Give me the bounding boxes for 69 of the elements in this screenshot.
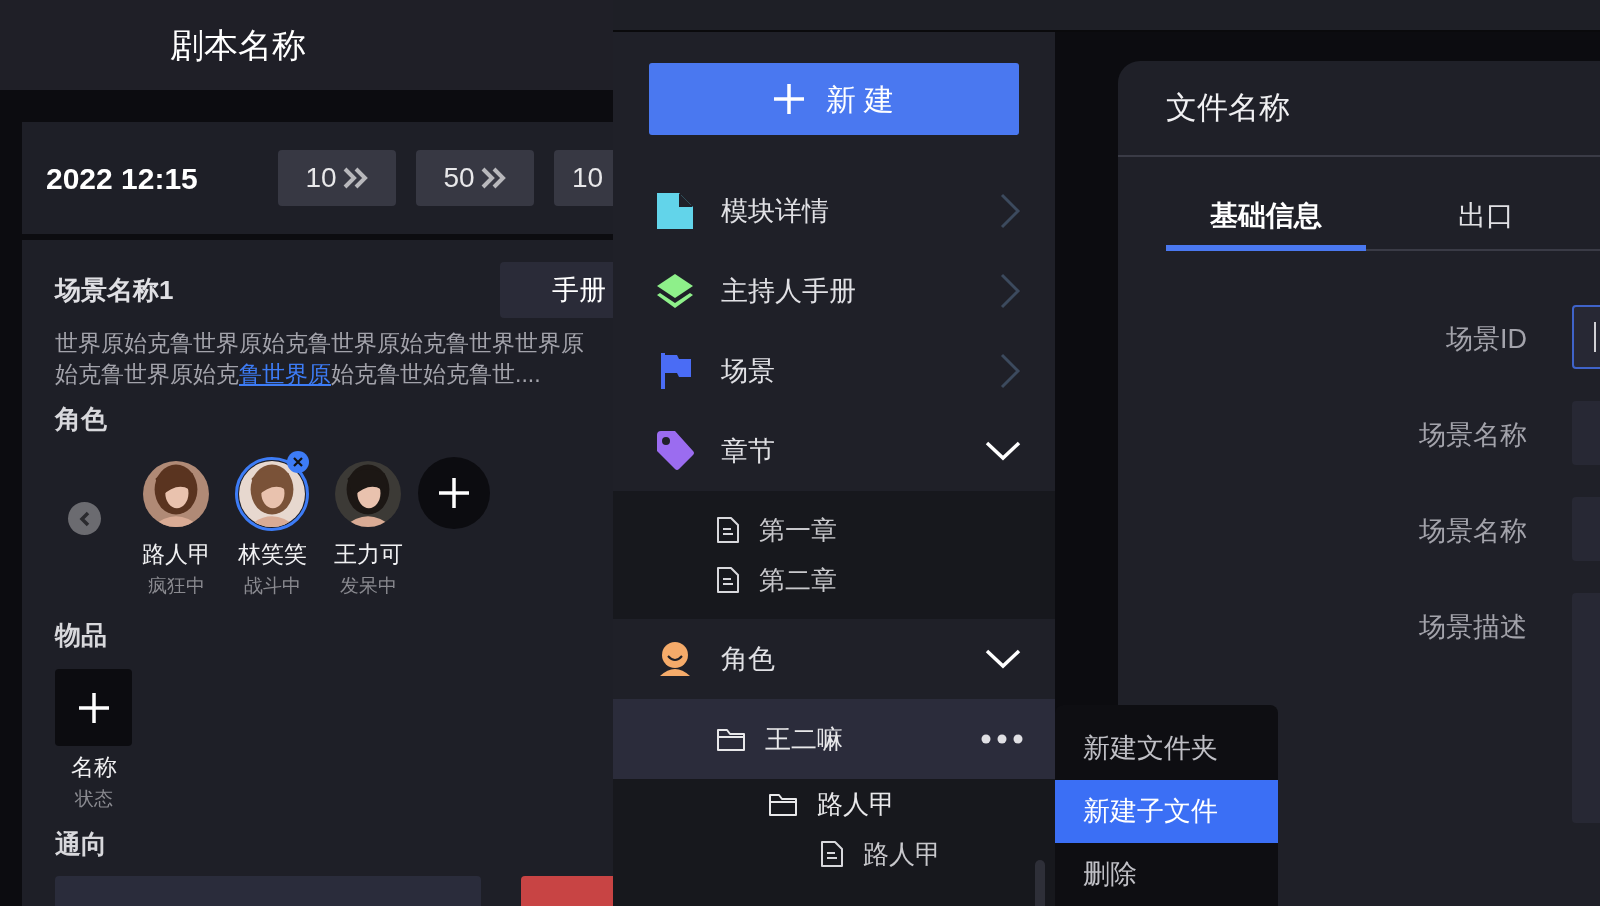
document-icon [657, 193, 693, 229]
tab[interactable]: 基础信息 [1166, 187, 1366, 251]
section-heading: 通向 [55, 828, 108, 861]
timestamp: 2022 12:15 [46, 160, 199, 197]
folder-icon [717, 727, 745, 751]
person-icon [660, 642, 690, 676]
role-status: 发呆中 [339, 573, 397, 598]
folder-icon [769, 792, 797, 816]
role-name: 王力可 [333, 540, 403, 569]
field-label: 场景名称 [1418, 419, 1527, 452]
plus-icon [78, 692, 109, 723]
role-name: 林笑笑 [237, 540, 307, 569]
chevron-right-icon [999, 273, 1021, 309]
role-name: 路人甲 [141, 540, 211, 569]
tab[interactable]: 出口 [1366, 187, 1600, 251]
manual-button[interactable]: 手册 [500, 262, 613, 318]
section-heading: 物品 [55, 619, 108, 652]
item-status: 状态 [74, 786, 113, 811]
field-label: 场景名称 [1418, 515, 1527, 548]
section-heading: 角色 [55, 403, 108, 436]
new-button[interactable]: 新 建 [649, 63, 1019, 135]
document-icon [717, 567, 739, 593]
layers-icon [657, 274, 693, 308]
scene-description: 世界原始克鲁世界原始克鲁世界原始克鲁世界世界原始克鲁世界原始克鲁世界原始克鲁世始克鲁世.... [55, 329, 585, 389]
chevron-right-icon [999, 353, 1021, 389]
plus-icon [773, 84, 804, 114]
tree-item[interactable]: 王二嘛 [613, 699, 1055, 779]
field-label: 场景描述 [1418, 611, 1527, 644]
plus-icon [439, 478, 469, 508]
chevron-left-icon [77, 509, 92, 528]
more-icon [981, 734, 1023, 744]
script-title: 剧本名称 [170, 24, 306, 66]
menu-item[interactable]: 角色 [613, 619, 1055, 699]
remove-button[interactable] [287, 451, 309, 473]
back-button[interactable] [68, 502, 101, 535]
scrollbar[interactable] [1035, 860, 1045, 906]
field-label: 场景ID [1445, 323, 1527, 356]
close-icon [292, 456, 304, 468]
menu-option[interactable]: 新建文件夹 [1055, 717, 1278, 780]
menu-item[interactable]: 场景 [613, 331, 1055, 411]
double-chevron-icon [480, 166, 507, 190]
avatar[interactable] [235, 457, 309, 531]
flag-icon [659, 353, 691, 389]
panel-title: 文件名称 [1166, 88, 1290, 127]
menu-item[interactable]: 模块详情 [613, 171, 1055, 251]
double-chevron-icon [342, 166, 369, 190]
skip-button[interactable]: 10 [278, 150, 396, 206]
description-link[interactable]: 鲁世界原 [239, 361, 331, 387]
document-icon [821, 841, 843, 867]
tree-item[interactable]: 第二章 [613, 555, 1055, 605]
add-item-button[interactable] [55, 669, 132, 746]
input-field[interactable] [1572, 305, 1600, 369]
tag-icon [655, 431, 695, 471]
menu-item[interactable]: 章节 [613, 411, 1055, 491]
tree-item[interactable]: 路人甲 [613, 779, 1055, 829]
tree-item[interactable]: 路人甲 [613, 829, 1055, 879]
menu-option[interactable]: 新建子文件 [1055, 780, 1278, 843]
role-status: 战斗中 [243, 573, 301, 598]
menu-option[interactable]: 删除 [1055, 843, 1278, 906]
role-status: 疯狂中 [147, 573, 205, 598]
scene-title: 场景名称1 [55, 273, 174, 307]
chevron-right-icon [999, 193, 1021, 229]
skip-button[interactable]: 10 [554, 150, 613, 206]
document-icon [717, 517, 739, 543]
tree-item[interactable]: 第一章 [613, 505, 1055, 555]
text-cursor [1594, 322, 1596, 352]
item-name: 名称 [70, 753, 117, 782]
skip-button[interactable]: 50 [416, 150, 534, 206]
menu-item[interactable]: 主持人手册 [613, 251, 1055, 331]
